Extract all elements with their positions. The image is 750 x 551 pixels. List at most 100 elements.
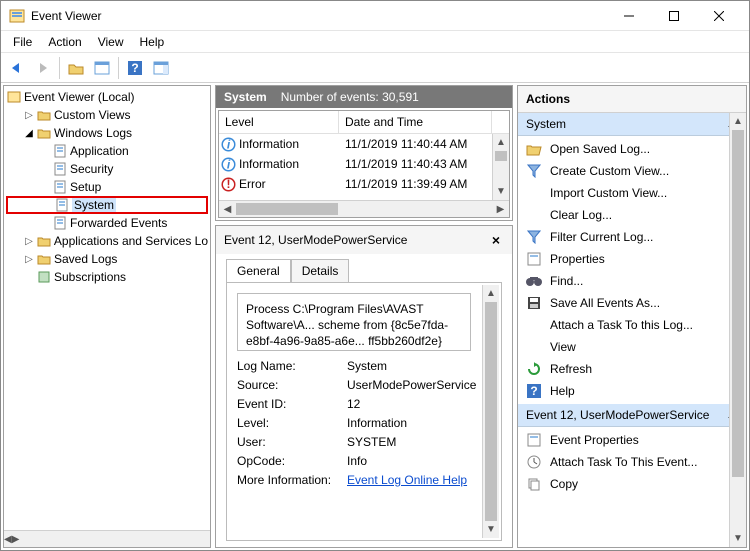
action-save-all-events[interactable]: Save All Events As... [518,292,746,314]
event-message: Process C:\Program Files\AVAST Software\… [237,293,471,351]
grid-h-scrollbar[interactable]: ◀ ▶ [219,200,509,217]
tree-label: Applications and Services Lo [54,234,208,248]
action-create-custom-view[interactable]: Create Custom View... [518,160,746,182]
action-import-custom-view[interactable]: Import Custom View... [518,182,746,204]
action-clear-log[interactable]: Clear Log... [518,204,746,226]
action-properties[interactable]: Properties [518,248,746,270]
back-button[interactable] [5,56,29,80]
tree-windows-logs[interactable]: ◢ Windows Logs [6,124,208,142]
tree-label: System [72,198,116,212]
action-event-properties[interactable]: Event Properties [518,429,746,451]
tab-details[interactable]: Details [291,259,350,283]
field-value: System [347,359,491,373]
maximize-button[interactable] [651,2,696,30]
log-header: System Number of events: 30,591 [216,86,512,108]
detail-v-scrollbar[interactable]: ▲ ▼ [482,285,499,538]
body: Event Viewer (Local) ▷ Custom Views ◢ Wi… [1,83,749,550]
online-help-link[interactable]: Event Log Online Help [347,473,491,487]
expand-icon[interactable]: ▷ [22,254,36,265]
action-attach-task-event[interactable]: Attach Task To This Event... [518,451,746,473]
grid-body: iInformation 11/1/2019 11:40:44 AM iInfo… [219,134,509,200]
field-label: More Information: [237,473,347,487]
tree-root[interactable]: Event Viewer (Local) [6,88,208,106]
col-datetime[interactable]: Date and Time [339,111,492,133]
log-name: System [224,90,267,104]
collapse-icon[interactable]: ◢ [22,128,36,139]
separator [59,57,60,79]
action-refresh[interactable]: Refresh [518,358,746,380]
tree-label: Subscriptions [54,270,126,284]
log-icon [52,215,68,231]
tree-label: Forwarded Events [70,216,167,230]
svg-text:?: ? [131,61,138,75]
toolbar-panel2-icon[interactable] [149,56,173,80]
tree-setup[interactable]: Setup [6,178,208,196]
tree-subscriptions[interactable]: Subscriptions [6,268,208,286]
close-button[interactable] [696,2,741,30]
event-row[interactable]: !Error 11/1/2019 11:39:49 AM [219,174,509,194]
field-label: OpCode: [237,454,347,468]
detail-close-button[interactable]: × [488,232,504,248]
menu-file[interactable]: File [5,33,40,51]
actions-title: Actions [518,86,746,113]
tree-forwarded[interactable]: Forwarded Events [6,214,208,232]
forward-button[interactable] [31,56,55,80]
folder-icon [36,107,52,123]
event-row[interactable]: iInformation 11/1/2019 11:40:44 AM [219,134,509,154]
field-value: 12 [347,397,491,411]
funnel-icon [526,163,542,179]
blank-icon [526,207,542,223]
floppy-icon [526,295,542,311]
expand-icon[interactable]: ▷ [22,236,36,247]
actions-section-system[interactable]: System [518,113,746,136]
toolbar-panel-icon[interactable] [90,56,114,80]
blank-icon [526,317,542,333]
actions-v-scrollbar[interactable]: ▲ ▼ [729,113,746,547]
folder-icon [36,233,52,249]
folder-icon [36,125,52,141]
action-copy[interactable]: Copy▶ [518,473,746,495]
action-attach-task-log[interactable]: Attach a Task To this Log... [518,314,746,336]
action-view[interactable]: View▶ [518,336,746,358]
tab-general[interactable]: General [226,259,291,283]
tree-apps-services[interactable]: ▷ Applications and Services Lo [6,232,208,250]
refresh-icon [526,361,542,377]
binoculars-icon [526,273,542,289]
tree-application[interactable]: Application [6,142,208,160]
tree-custom-views[interactable]: ▷ Custom Views [6,106,208,124]
tree-label: Windows Logs [54,126,132,140]
actions-section-event[interactable]: Event 12, UserModePowerService [518,404,746,427]
menu-action[interactable]: Action [40,33,89,51]
action-filter-log[interactable]: Filter Current Log... [518,226,746,248]
tree-system-highlighted[interactable]: System [6,196,208,214]
title-bar: Event Viewer [1,1,749,31]
error-icon: ! [221,177,236,192]
actions-pane: Actions System Open Saved Log... Create … [517,85,747,548]
tree-saved-logs[interactable]: ▷ Saved Logs [6,250,208,268]
event-viewer-icon [6,89,22,105]
menu-help[interactable]: Help [132,33,173,51]
subscriptions-icon [36,269,52,285]
detail-title: Event 12, UserModePowerService [224,233,488,247]
col-level[interactable]: Level [219,111,339,133]
toolbar: ? [1,53,749,83]
tree-security[interactable]: Security [6,160,208,178]
menu-view[interactable]: View [90,33,132,51]
expand-icon[interactable]: ▷ [22,110,36,121]
row-level: Error [239,177,266,191]
toolbar-folder-icon[interactable] [64,56,88,80]
tree-h-scrollbar[interactable]: ◀ ▶ [4,530,210,547]
grid-v-scrollbar[interactable]: ▲ ▼ [492,134,509,200]
info-icon: i [221,157,236,172]
minimize-button[interactable] [606,2,651,30]
toolbar-help-icon[interactable]: ? [123,56,147,80]
action-find[interactable]: Find... [518,270,746,292]
action-help[interactable]: ?Help▶ [518,380,746,402]
svg-text:?: ? [530,384,537,398]
svg-text:!: ! [227,177,231,191]
menu-bar: File Action View Help [1,31,749,53]
tree-root-label: Event Viewer (Local) [24,90,135,104]
field-label: Event ID: [237,397,347,411]
event-row[interactable]: iInformation 11/1/2019 11:40:43 AM [219,154,509,174]
action-open-saved-log[interactable]: Open Saved Log... [518,138,746,160]
